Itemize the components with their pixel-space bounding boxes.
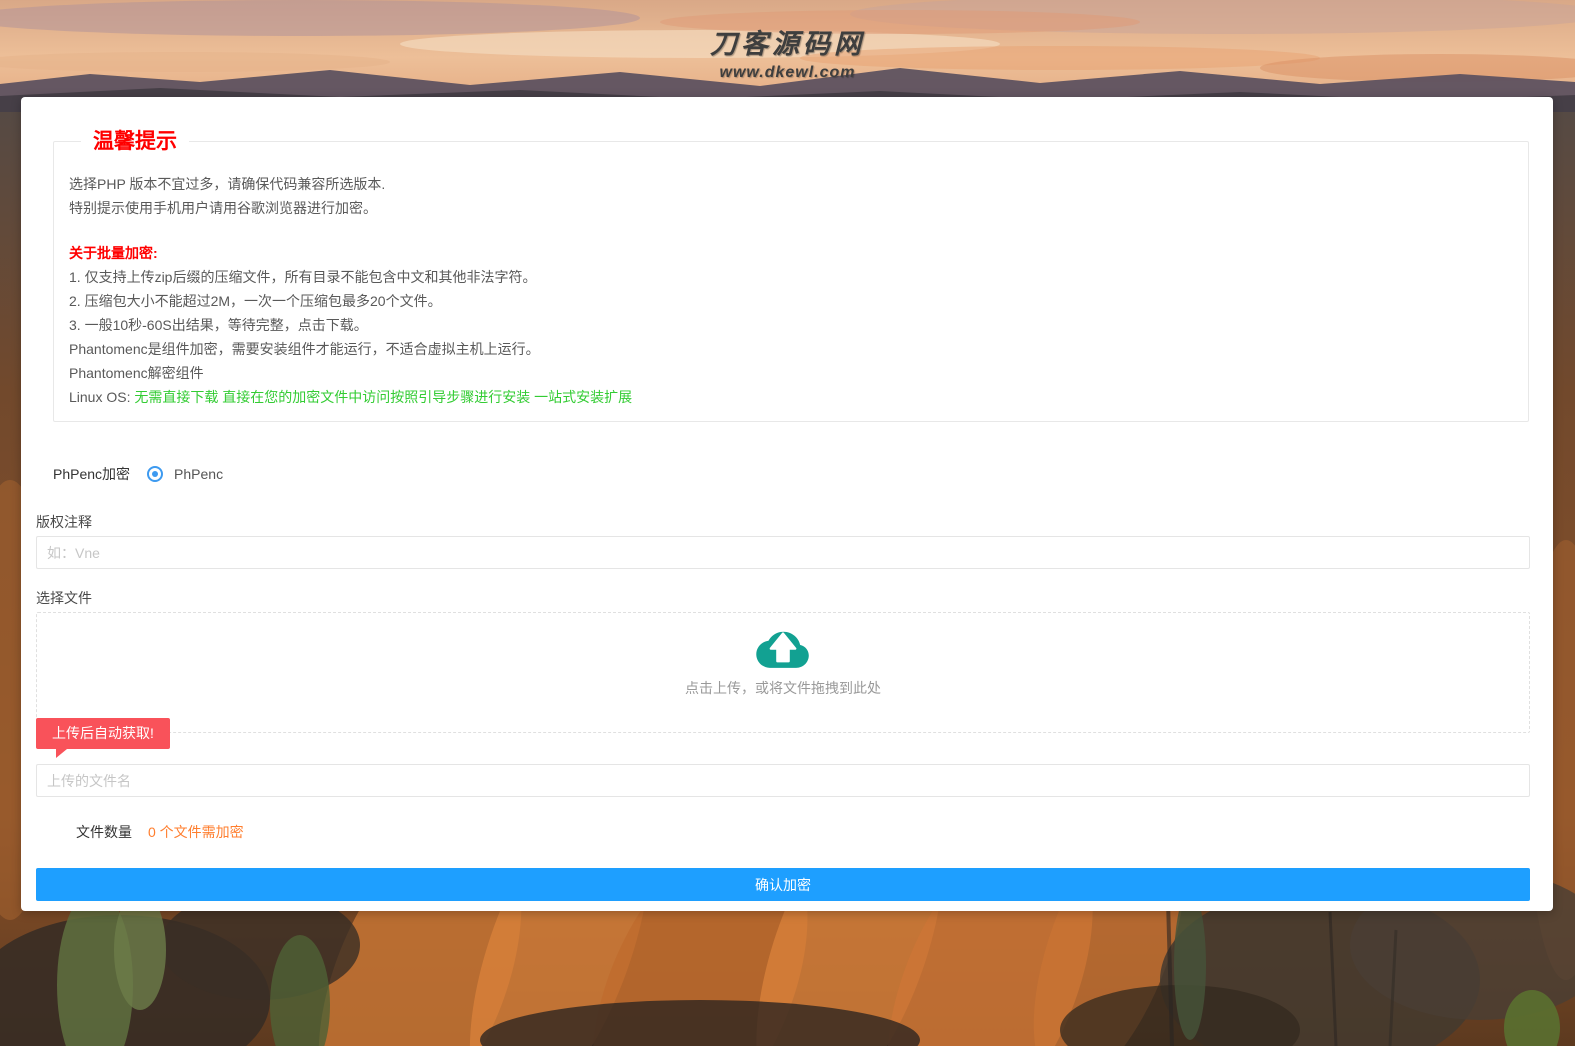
notice-title: 温馨提示 bbox=[81, 131, 189, 152]
upload-tooltip: 上传后自动获取! bbox=[36, 718, 170, 749]
linux-os-prefix: Linux OS: bbox=[69, 389, 134, 405]
notice-line: Phantomenc解密组件 bbox=[69, 361, 1513, 385]
upload-tooltip-text: 上传后自动获取! bbox=[52, 725, 154, 741]
notice-line: 特别提示使用手机用户请用谷歌浏览器进行加密。 bbox=[69, 196, 1513, 220]
notice-line: 选择PHP 版本不宜过多，请确保代码兼容所选版本. bbox=[69, 172, 1513, 196]
batch-encrypt-title: 关于批量加密: bbox=[69, 241, 1513, 265]
copyright-label: 版权注释 bbox=[36, 512, 1530, 532]
copyright-input[interactable] bbox=[36, 536, 1530, 569]
filename-input[interactable] bbox=[36, 764, 1530, 797]
phpenc-radio[interactable] bbox=[147, 466, 163, 482]
encrypt-type-row: PhPenc加密 PhPenc bbox=[53, 464, 1530, 484]
batch-rule: 2. 压缩包大小不能超过2M，一次一个压缩包最多20个文件。 bbox=[69, 289, 1513, 313]
confirm-encrypt-button[interactable]: 确认加密 bbox=[36, 868, 1530, 901]
upload-dropzone[interactable]: 点击上传，或将文件拖拽到此处 bbox=[36, 612, 1530, 733]
batch-rule: 1. 仅支持上传zip后缀的压缩文件，所有目录不能包含中文和其他非法字符。 bbox=[69, 265, 1513, 289]
file-count-row: 文件数量 0 个文件需加密 bbox=[76, 822, 1530, 842]
dropzone-hint-text: 点击上传，或将文件拖拽到此处 bbox=[685, 678, 881, 698]
radio-dot-icon bbox=[152, 471, 158, 477]
logo-subtitle: www.dkewl.com bbox=[0, 64, 1575, 82]
notice-panel: 温馨提示 选择PHP 版本不宜过多，请确保代码兼容所选版本. 特别提示使用手机用… bbox=[53, 131, 1529, 422]
upload-area: 点击上传，或将文件拖拽到此处 上传后自动获取! bbox=[36, 612, 1530, 733]
file-count-label: 文件数量 bbox=[76, 824, 132, 840]
phpenc-radio-option-label[interactable]: PhPenc bbox=[174, 466, 223, 482]
linux-os-line: Linux OS: 无需直接下载 直接在您的加密文件中访问按照引导步骤进行安装 … bbox=[69, 385, 1513, 409]
batch-rule: 3. 一般10秒-60S出结果，等待完整，点击下载。 bbox=[69, 313, 1513, 337]
main-card: 温馨提示 选择PHP 版本不宜过多，请确保代码兼容所选版本. 特别提示使用手机用… bbox=[21, 97, 1553, 911]
file-select-label: 选择文件 bbox=[36, 588, 1530, 608]
cloud-upload-icon bbox=[753, 627, 813, 673]
site-logo: 刀客源码网 www.dkewl.com bbox=[0, 22, 1575, 82]
encrypt-type-label: PhPenc加密 bbox=[53, 464, 130, 484]
notice-line: Phantomenc是组件加密，需要安装组件才能运行，不适合虚拟主机上运行。 bbox=[69, 337, 1513, 361]
install-guide-link[interactable]: 无需直接下载 直接在您的加密文件中访问按照引导步骤进行安装 一站式安装扩展 bbox=[134, 389, 632, 405]
file-count-value: 0 个文件需加密 bbox=[148, 824, 244, 840]
logo-title: 刀客源码网 bbox=[0, 22, 1575, 61]
